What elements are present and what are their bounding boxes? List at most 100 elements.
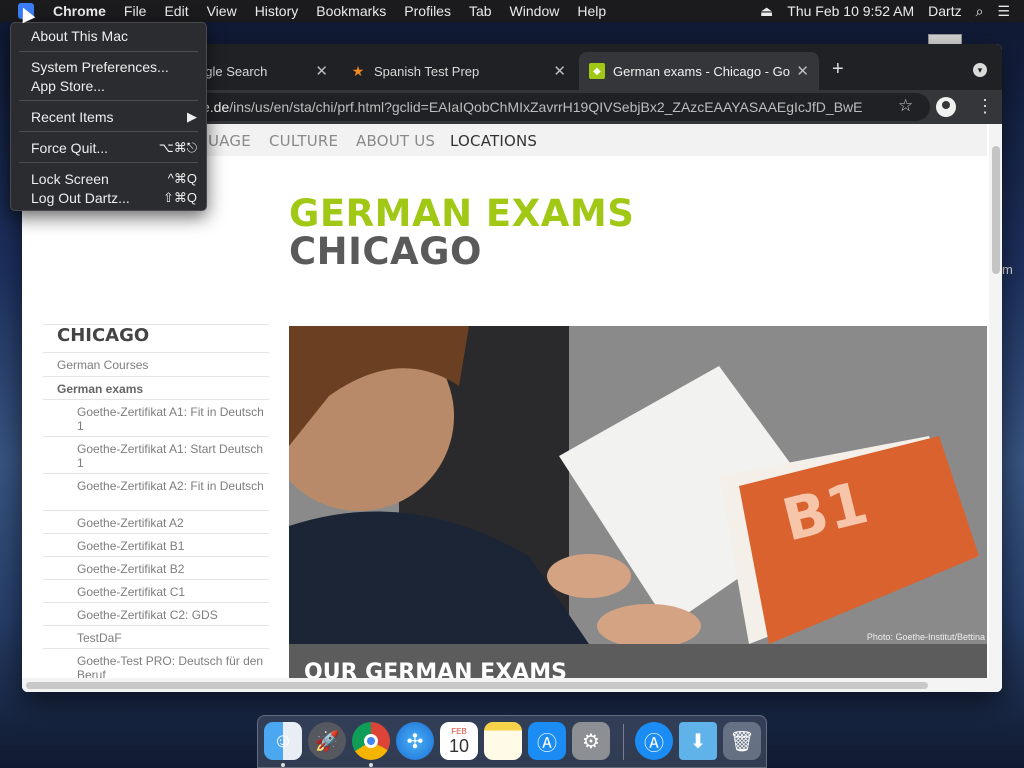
menu-item-force-quit[interactable]: Force Quit... ⌥⌘⎋ — [11, 138, 206, 157]
spotlight-search-icon[interactable]: ⌕ — [976, 3, 984, 20]
nav-locations[interactable]: LOCATIONS — [450, 132, 537, 150]
menu-help[interactable]: Help — [577, 3, 606, 19]
running-indicator — [369, 763, 373, 767]
sidebar-item-a2[interactable]: Goethe-Zertifikat A2 — [43, 510, 269, 533]
finder-icon[interactable]: ☺ — [264, 722, 302, 760]
menu-user[interactable]: Dartz — [928, 3, 961, 19]
chrome-icon[interactable] — [352, 722, 390, 760]
sidebar-item-a1-start[interactable]: Goethe-Zertifikat A1: Start Deutsch 1 — [43, 436, 269, 473]
menu-tab[interactable]: Tab — [469, 3, 492, 19]
calendar-day: 10 — [448, 735, 470, 756]
sidebar-item-c2-gds[interactable]: Goethe-Zertifikat C2: GDS — [43, 602, 269, 625]
tab-spanish-test-prep[interactable]: ★ Spanish Test Prep ✕ — [340, 52, 576, 90]
menu-item-lock-screen[interactable]: Lock Screen ^⌘Q — [11, 169, 206, 188]
menu-window[interactable]: Window — [510, 3, 560, 19]
menu-item-label: System Preferences... — [31, 58, 169, 75]
new-tab-plus-icon[interactable]: + — [832, 58, 844, 81]
menu-item-label: Log Out Dartz... — [31, 189, 130, 206]
menu-file[interactable]: File — [124, 3, 147, 19]
menu-item-label: Recent Items — [31, 108, 114, 125]
menu-item-app-store[interactable]: App Store... — [11, 76, 206, 95]
tab-title: Spanish Test Prep — [374, 63, 480, 79]
menu-item-shortcut: ⌥⌘⎋ — [158, 139, 197, 155]
notes-icon[interactable] — [484, 722, 522, 760]
menu-item-label: Force Quit... — [31, 139, 109, 156]
sidebar-item-c1[interactable]: Goethe-Zertifikat C1 — [43, 579, 269, 602]
horizontal-scroll-thumb[interactable] — [26, 682, 928, 689]
page-title-line1: GERMAN EXAMS — [289, 192, 635, 235]
control-center-icon[interactable]: ☰ — [997, 3, 1010, 20]
menu-bookmarks[interactable]: Bookmarks — [316, 3, 386, 19]
menu-item-label: About This Mac — [31, 27, 129, 44]
bookmark-star-icon[interactable]: ☆ — [898, 96, 913, 116]
close-tab-icon[interactable]: ✕ — [796, 62, 809, 80]
page-title-line2: CHICAGO — [289, 230, 482, 273]
app-store-icon[interactable]: Ⓐ — [635, 722, 673, 760]
nav-about-us[interactable]: ABOUT US — [356, 132, 435, 150]
dock: ☺ 🚀 ✣ FEB 10 Ⓐ ⚙ Ⓐ ⬇ 🗑 — [257, 715, 767, 768]
sidebar-item-testdaf[interactable]: TestDaF — [43, 625, 269, 648]
menu-app-name[interactable]: Chrome — [53, 3, 106, 19]
running-indicator — [281, 763, 285, 767]
sidebar-title[interactable]: CHICAGO — [43, 324, 269, 352]
star-favicon-icon: ★ — [351, 62, 365, 79]
menu-clock[interactable]: Thu Feb 10 9:52 AM — [787, 3, 914, 19]
hero-illustration: B1 — [289, 326, 987, 644]
menu-edit[interactable]: Edit — [164, 3, 188, 19]
apple-dropdown-menu: About This Mac System Preferences... App… — [10, 22, 207, 211]
photo-credit: Photo: Goethe-Institut/Bettina — [866, 632, 985, 642]
menu-separator — [19, 162, 198, 163]
submenu-arrow-icon: ▶ — [187, 108, 197, 124]
sidebar-item-a1-fit[interactable]: Goethe-Zertifikat A1: Fit in Deutsch 1 — [43, 399, 269, 436]
menu-separator — [19, 131, 198, 132]
url-path: /ins/us/en/sta/chi/prf.html?gclid=EAIaIQ… — [229, 99, 863, 115]
nav-culture[interactable]: CULTURE — [269, 132, 338, 150]
menu-item-shortcut: ^⌘Q — [167, 170, 197, 186]
dock-separator — [623, 724, 624, 760]
sidebar-item-a2-fit[interactable]: Goethe-Zertifikat A2: Fit in Deutsch — [43, 473, 269, 510]
menu-item-label: App Store... — [31, 77, 105, 94]
sidebar-item-german-exams[interactable]: German exams — [43, 376, 269, 399]
menu-separator — [19, 100, 198, 101]
more-options-icon[interactable]: ⋮ — [976, 96, 994, 117]
menu-history[interactable]: History — [255, 3, 299, 19]
menu-item-system-preferences[interactable]: System Preferences... — [11, 57, 206, 76]
close-tab-icon[interactable]: ✕ — [315, 62, 328, 80]
hero-photo: B1 Photo: Goethe-Institut/Bettina — [289, 326, 987, 644]
menu-separator — [19, 51, 198, 52]
trash-icon[interactable]: 🗑 — [723, 722, 761, 760]
address-bar[interactable]: e.de/ins/us/en/sta/chi/prf.html?gclid=EA… — [194, 93, 930, 121]
profile-avatar-icon[interactable] — [936, 97, 956, 117]
vertical-scrollbar[interactable] — [989, 124, 1002, 692]
horizontal-scrollbar[interactable] — [22, 678, 1002, 692]
sidebar-item-german-courses[interactable]: German Courses — [43, 352, 269, 376]
calendar-icon[interactable]: FEB 10 — [440, 722, 478, 760]
desktop-partial-label: m — [1002, 262, 1013, 277]
tab-title: ogle Search — [198, 63, 268, 79]
nav-language[interactable]: UAGE — [208, 132, 251, 150]
goethe-favicon-icon: ◆ — [589, 63, 605, 79]
tab-google-search[interactable]: ogle Search ✕ — [198, 52, 338, 90]
menu-item-label: Lock Screen — [31, 170, 109, 187]
menu-item-shortcut: ⇧⌘Q — [162, 189, 197, 205]
launchpad-icon[interactable]: 🚀 — [308, 722, 346, 760]
sidebar-item-b1[interactable]: Goethe-Zertifikat B1 — [43, 533, 269, 556]
tab-german-exams[interactable]: ◆ German exams - Chicago - Go ✕ — [579, 52, 819, 90]
menu-item-recent-items[interactable]: Recent Items ▶ — [11, 107, 206, 126]
eject-icon[interactable]: ⏏ — [760, 3, 773, 20]
menu-view[interactable]: View — [207, 3, 237, 19]
menu-item-about-this-mac[interactable]: About This Mac — [11, 26, 206, 45]
calendar-month: FEB — [451, 726, 467, 736]
downloads-folder-icon[interactable]: ⬇ — [679, 722, 717, 760]
menu-profiles[interactable]: Profiles — [404, 3, 451, 19]
close-tab-icon[interactable]: ✕ — [553, 62, 566, 80]
safari-icon[interactable]: ✣ — [396, 722, 434, 760]
tab-title: German exams - Chicago - Go — [613, 63, 791, 79]
tab-search-chevron-icon[interactable]: ▾ — [973, 63, 987, 77]
vertical-scroll-thumb[interactable] — [992, 146, 1000, 274]
system-preferences-icon[interactable]: ⚙ — [572, 722, 610, 760]
sidebar-item-b2[interactable]: Goethe-Zertifikat B2 — [43, 556, 269, 579]
menu-bar: Chrome File Edit View History Bookmarks … — [0, 0, 1024, 22]
menu-item-log-out[interactable]: Log Out Dartz... ⇧⌘Q — [11, 188, 206, 207]
app-store-icon[interactable]: Ⓐ — [528, 722, 566, 760]
